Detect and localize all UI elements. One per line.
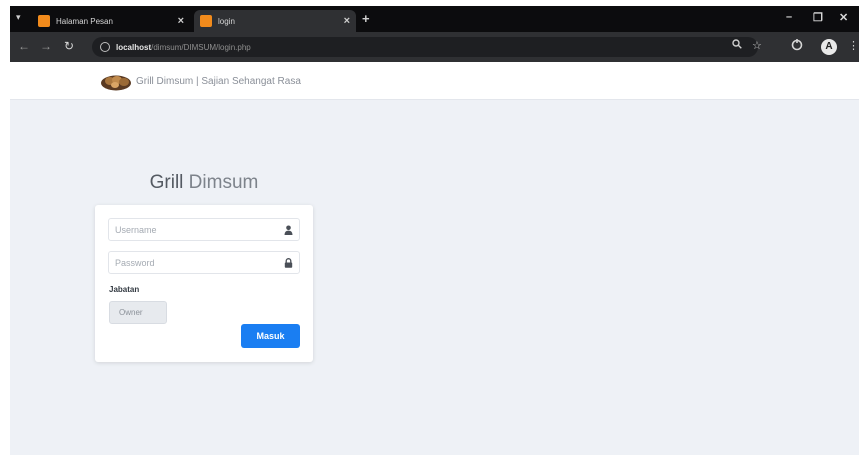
star-icon[interactable]: ☆ xyxy=(752,39,762,52)
login-title: Grill Dimsum xyxy=(95,172,313,194)
login-button[interactable]: Masuk xyxy=(241,324,300,348)
minimize-button[interactable]: – xyxy=(786,11,792,23)
back-button[interactable]: ← xyxy=(18,39,30,53)
url-path: /dimsum/DIMSUM/login.php xyxy=(151,42,251,52)
profile-avatar[interactable]: A xyxy=(821,39,837,55)
role-select[interactable]: Owner xyxy=(109,301,167,324)
role-label: Jabatan xyxy=(109,285,140,294)
login-title-part-1: Grill xyxy=(149,172,184,193)
favicon-icon xyxy=(38,15,50,27)
site-navbar: Grill Dimsum | Sajian Sehangat Rasa xyxy=(10,62,859,100)
username-input[interactable] xyxy=(115,224,281,235)
maximize-button[interactable]: ❐ xyxy=(813,11,823,24)
login-card: Jabatan Owner Masuk xyxy=(95,205,313,362)
tab-title: Halaman Pesan xyxy=(56,16,113,26)
forward-button[interactable]: → xyxy=(40,39,52,53)
login-title-part-2: Dimsum xyxy=(183,172,259,193)
reload-button[interactable]: ↻ xyxy=(64,39,74,53)
url-host: localhost xyxy=(116,42,152,52)
address-bar[interactable]: localhost /dimsum/DIMSUM/login.php xyxy=(92,37,758,57)
close-tab-icon[interactable]: × xyxy=(178,15,184,27)
close-window-button[interactable]: ✕ xyxy=(839,11,848,24)
close-tab-icon[interactable]: × xyxy=(344,15,350,27)
user-icon xyxy=(281,225,295,235)
new-tab-button[interactable]: + xyxy=(362,11,370,26)
extension-icon[interactable] xyxy=(791,39,803,54)
menu-icon[interactable]: ⋮ xyxy=(848,39,859,52)
brand-name[interactable]: Grill Dimsum | Sajian Sehangat Rasa xyxy=(136,76,301,87)
browser-toolbar: ← → ↻ localhost /dimsum/DIMSUM/login.php… xyxy=(10,32,859,62)
favicon-icon xyxy=(200,15,212,27)
tab-login[interactable]: login × xyxy=(194,10,356,32)
lock-icon xyxy=(281,257,295,268)
tab-title: login xyxy=(218,16,235,26)
site-info-icon[interactable] xyxy=(100,42,110,52)
search-icon[interactable] xyxy=(732,39,742,52)
browser-window: ▾ Halaman Pesan × login × + – ❐ ✕ ← → ↻ … xyxy=(10,6,859,455)
tab-search-icon[interactable]: ▾ xyxy=(16,12,21,23)
username-field[interactable] xyxy=(108,218,300,241)
logo-icon[interactable] xyxy=(100,72,132,92)
tab-strip: ▾ Halaman Pesan × login × + – ❐ ✕ xyxy=(10,6,859,32)
password-input[interactable] xyxy=(115,257,281,268)
tab-halaman-pesan[interactable]: Halaman Pesan × xyxy=(32,10,190,32)
password-field[interactable] xyxy=(108,251,300,274)
